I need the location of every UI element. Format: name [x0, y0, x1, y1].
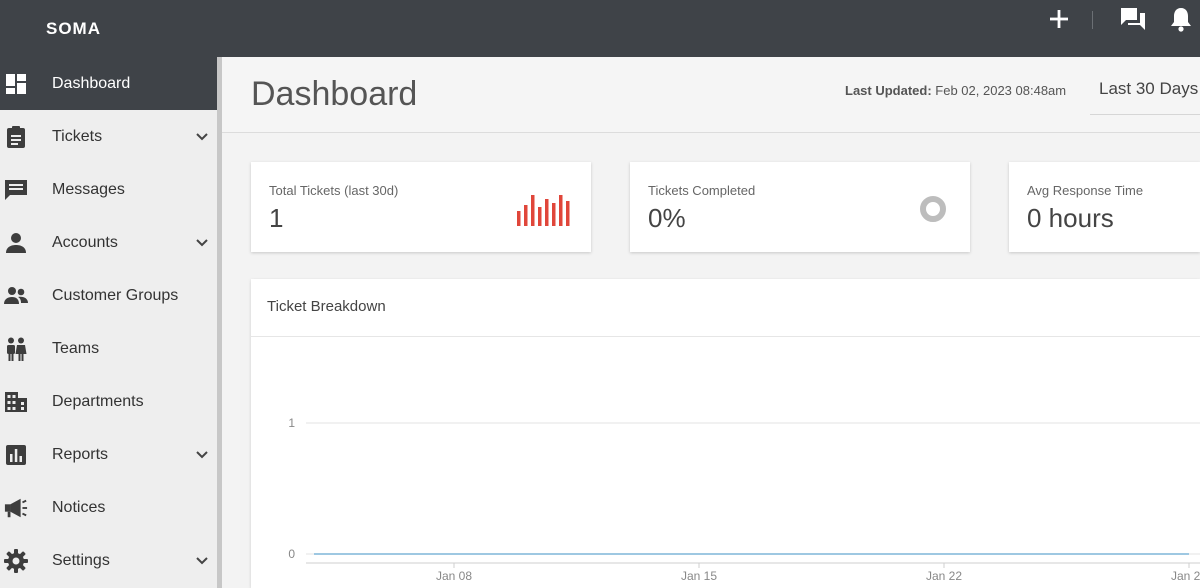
last-updated-value: Feb 02, 2023 08:48am	[935, 83, 1067, 98]
bar-sparkline-icon	[516, 193, 570, 232]
app-logo: SOMA	[46, 19, 101, 38]
sidebar-item-label: Dashboard	[52, 74, 131, 92]
sidebar-item-messages[interactable]: Messages	[0, 163, 217, 216]
last-updated: Last Updated: Feb 02, 2023 08:48am	[845, 83, 1066, 98]
chevron-down-icon[interactable]	[192, 127, 212, 147]
sidebar-item-dashboard[interactable]: Dashboard	[0, 57, 217, 110]
sidebar-item-reports[interactable]: Reports	[0, 428, 217, 481]
sidebar-item-label: Reports	[52, 445, 109, 463]
notifications-button[interactable]	[1164, 6, 1198, 36]
bar-chart-icon	[4, 443, 28, 467]
chevron-down-icon[interactable]	[192, 551, 212, 571]
plus-icon	[1049, 9, 1069, 34]
sidebar-item-teams[interactable]: Teams	[0, 322, 217, 375]
bell-icon	[1170, 6, 1192, 37]
sidebar-item-tickets[interactable]: Tickets	[0, 110, 217, 163]
top-bar: SOMA	[0, 0, 1200, 57]
x-tick-label: Jan 29	[1171, 569, 1200, 583]
sidebar: Dashboard Tickets Messages Accounts Cust…	[0, 57, 217, 588]
page-title: Dashboard	[251, 75, 418, 113]
megaphone-icon	[4, 496, 28, 520]
add-button[interactable]	[1042, 6, 1076, 36]
stat-card-label: Tickets Completed	[648, 183, 756, 198]
sidebar-item-label: Accounts	[52, 233, 118, 251]
building-icon	[4, 390, 28, 414]
page-header: Dashboard Last Updated: Feb 02, 2023 08:…	[222, 57, 1200, 133]
stat-card-value: 1	[269, 203, 284, 233]
sidebar-item-settings[interactable]: Settings	[0, 534, 217, 587]
stat-card-label: Total Tickets (last 30d)	[269, 183, 399, 198]
chevron-down-icon[interactable]	[192, 233, 212, 253]
message-icon	[4, 178, 28, 202]
sidebar-item-label: Messages	[52, 180, 125, 198]
y-tick-label: 1	[288, 416, 295, 430]
chevron-down-icon[interactable]	[192, 445, 212, 465]
sidebar-item-customer-groups[interactable]: Customer Groups	[0, 269, 217, 322]
ticket-breakdown-chart: 0 1 Jan 08 Jan 15 Jan 22 Jan 29	[288, 416, 1200, 583]
group-icon	[4, 284, 28, 308]
teams-icon	[4, 337, 28, 361]
panel-title: Ticket Breakdown	[267, 298, 386, 315]
chat-icon	[1119, 6, 1147, 37]
sidebar-item-label: Departments	[52, 392, 144, 410]
clipboard-icon	[4, 125, 28, 149]
stat-card-value: 0 hours	[1027, 203, 1114, 233]
sidebar-item-label: Customer Groups	[52, 286, 179, 304]
sidebar-item-label: Notices	[52, 498, 106, 516]
messages-button[interactable]	[1116, 6, 1150, 36]
date-range-select[interactable]: Last 30 Days	[1090, 72, 1200, 115]
stat-card-total-tickets: Total Tickets (last 30d) 1	[251, 162, 591, 252]
donut-icon	[919, 195, 947, 228]
sidebar-item-departments[interactable]: Departments	[0, 375, 217, 428]
x-tick-label: Jan 22	[926, 569, 962, 583]
stat-card-label: Avg Response Time	[1027, 183, 1144, 198]
sidebar-item-label: Teams	[52, 339, 100, 357]
ticket-breakdown-panel: Ticket Breakdown 0 1 Jan 08 Jan 15 Jan 22 Jan…	[251, 279, 1200, 588]
sidebar-item-label: Tickets	[52, 127, 103, 145]
stat-card-tickets-completed: Tickets Completed 0%	[630, 162, 970, 252]
dashboard-icon	[4, 72, 28, 96]
sidebar-item-accounts[interactable]: Accounts	[0, 216, 217, 269]
sidebar-item-notices[interactable]: Notices	[0, 481, 217, 534]
sidebar-scrollbar[interactable]	[217, 57, 222, 588]
stat-card-value: 0%	[648, 203, 686, 233]
stat-card-avg-response-time: Avg Response Time 0 hours	[1009, 162, 1200, 252]
y-tick-label: 0	[288, 547, 295, 561]
gear-icon	[4, 548, 28, 573]
sidebar-item-label: Settings	[52, 551, 110, 569]
last-updated-label: Last Updated:	[845, 83, 932, 98]
x-tick-label: Jan 15	[681, 569, 717, 583]
x-tick-label: Jan 08	[436, 569, 472, 583]
person-icon	[4, 231, 28, 255]
topbar-separator	[1092, 11, 1093, 29]
